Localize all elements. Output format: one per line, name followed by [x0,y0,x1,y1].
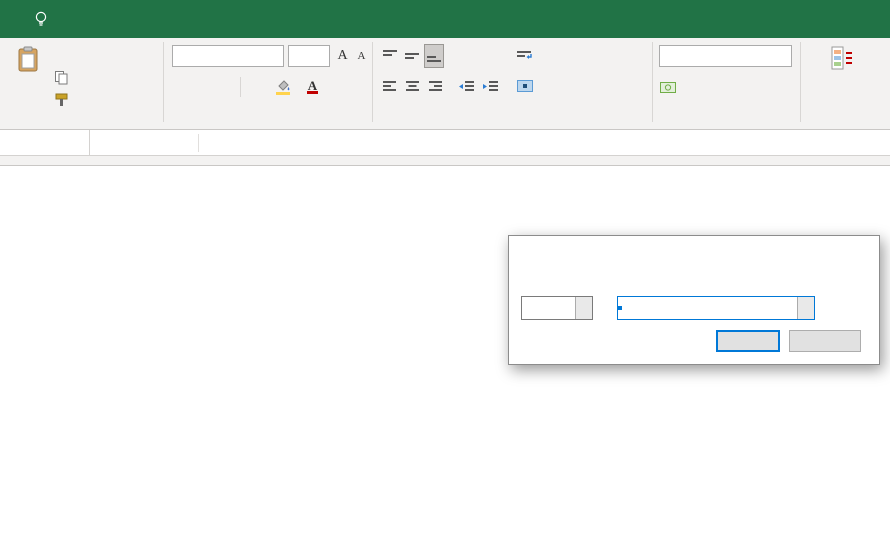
font-color-button[interactable]: A [304,76,322,98]
increase-indent-icon [482,81,498,93]
duplicate-type-select[interactable] [521,296,593,320]
alignment-dialog-launcher[interactable] [636,114,649,127]
number-format-select[interactable] [659,45,792,67]
increase-indent-button[interactable] [481,76,499,98]
chevron-down-icon [797,297,814,319]
font-dialog-launcher[interactable] [356,114,369,127]
close-icon[interactable] [847,236,879,264]
align-left-icon [383,81,398,93]
font-group: A A A [164,38,372,130]
format-painter-icon [55,93,68,107]
duplicate-values-dialog [508,235,880,365]
decrease-indent-icon [458,81,474,93]
decrease-font-size-button[interactable]: A [353,45,371,67]
borders-button[interactable] [246,76,264,98]
paste-button[interactable] [6,42,50,118]
merge-center-icon [517,80,533,92]
merge-center-button[interactable] [517,76,541,96]
fill-color-button[interactable] [274,76,292,98]
ok-button[interactable] [716,330,780,352]
formula-bar [0,130,890,156]
dialog-buttons [716,330,861,352]
align-middle-icon [405,50,420,62]
clipboard-group [0,38,163,130]
align-top-icon [383,50,398,62]
comma-style-button[interactable] [713,76,731,98]
percent-style-button[interactable] [693,76,711,98]
decrease-indent-button[interactable] [457,76,475,98]
cancel-button[interactable] [789,330,861,352]
italic-button[interactable] [194,76,212,98]
tell-me-search[interactable] [34,0,56,38]
spacer [0,156,890,166]
dialog-controls-row [521,296,815,320]
grid-column-headers [0,166,890,190]
orientation-button[interactable] [457,45,475,67]
conditional-formatting-button[interactable] [803,42,883,118]
paint-bucket-icon [275,79,291,95]
increase-decimal-button[interactable] [733,76,751,98]
align-center-button[interactable] [403,76,421,98]
clipboard-dialog-launcher[interactable] [147,114,160,127]
styles-group [801,38,890,130]
increase-font-size-button[interactable]: A [334,45,352,67]
banknote-icon [660,82,676,93]
format-style-value [618,306,622,310]
font-name-select[interactable] [172,45,284,67]
align-middle-button[interactable] [403,45,421,67]
number-dialog-launcher[interactable] [784,114,797,127]
number-group [653,38,800,130]
underline-button[interactable] [212,76,230,98]
align-right-icon [427,81,442,93]
alignment-group [373,38,652,130]
divider [240,77,241,97]
align-bottom-button[interactable] [425,45,443,67]
dialog-title-bar[interactable] [509,236,879,264]
copy-button[interactable] [55,68,76,88]
align-center-icon [405,81,420,93]
align-left-button[interactable] [381,76,399,98]
bold-button[interactable] [174,76,192,98]
help-icon[interactable] [815,236,847,264]
divider [198,134,199,152]
excel-window: A A A [0,0,890,557]
ribbon: A A A [0,38,890,130]
align-top-button[interactable] [381,45,399,67]
paste-icon [17,46,39,73]
format-painter-button[interactable] [55,90,72,110]
wrap-text-button[interactable] [517,46,537,66]
decrease-decimal-button[interactable] [759,76,777,98]
chevron-down-icon [575,297,592,319]
copy-icon [55,71,68,85]
format-as-table-button[interactable] [886,42,890,118]
align-bottom-icon [427,50,442,62]
cut-button[interactable] [55,46,59,66]
wrap-text-icon [517,50,533,62]
align-right-button[interactable] [425,76,443,98]
name-box[interactable] [0,130,90,155]
accounting-format-button[interactable] [659,76,677,98]
conditional-formatting-icon [831,46,855,70]
format-style-select[interactable] [617,296,815,320]
font-size-select[interactable] [288,45,330,67]
ribbon-tab-strip [0,0,890,38]
font-color-icon: A [307,80,318,94]
lightbulb-icon [34,11,48,28]
